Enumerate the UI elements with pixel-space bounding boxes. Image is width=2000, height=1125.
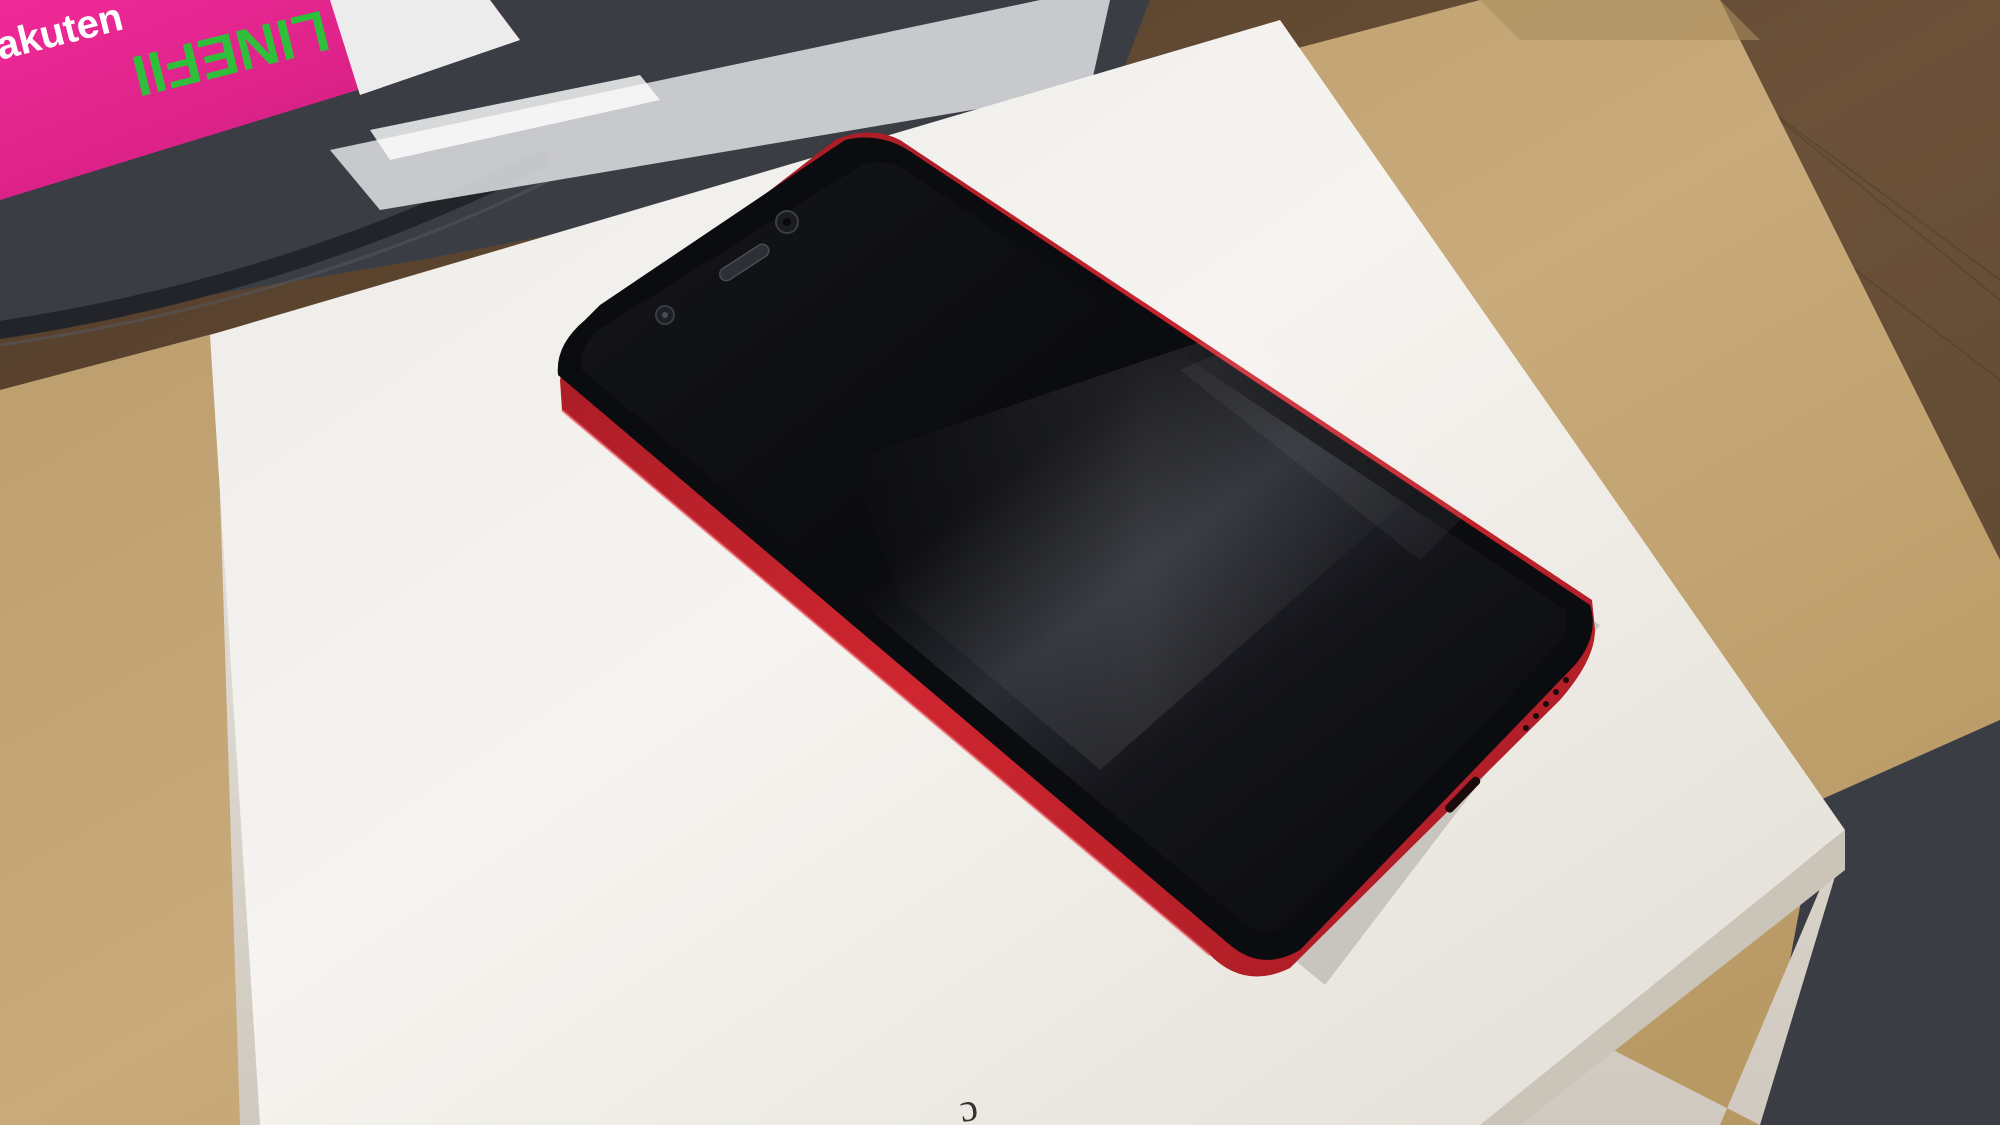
photo-scene: akuten LINEFII ɔ bbox=[0, 0, 2000, 1125]
cardboard-edge-shadow bbox=[1480, 0, 1760, 40]
scene-drawing: akuten LINEFII ɔ bbox=[0, 0, 2000, 1125]
